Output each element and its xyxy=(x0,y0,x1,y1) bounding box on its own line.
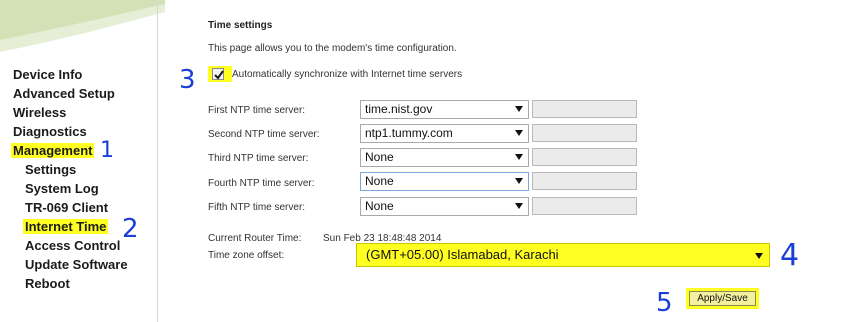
ntp-select-2[interactable]: ntp1.tummy.com xyxy=(360,124,529,143)
svg-text:5: 5 xyxy=(656,288,673,316)
chevron-down-icon xyxy=(515,130,523,136)
timezone-label: Time zone offset: xyxy=(208,250,285,261)
sidebar-item-management[interactable]: Management xyxy=(11,143,95,159)
page-title: Time settings xyxy=(208,20,273,31)
sidebar-item-device-info[interactable]: Device Info xyxy=(13,67,82,83)
svg-text:2: 2 xyxy=(122,214,139,242)
auto-sync-label: Automatically synchronize with Internet … xyxy=(232,69,463,80)
ntp-select-1[interactable]: time.nist.gov xyxy=(360,100,529,119)
sidebar-item-wireless[interactable]: Wireless xyxy=(13,105,66,121)
ntp-select-5[interactable]: None xyxy=(360,197,529,216)
chevron-down-icon xyxy=(515,203,523,209)
timezone-select[interactable]: (GMT+05.00) Islamabad, Karachi xyxy=(356,243,770,267)
auto-sync-checkbox[interactable] xyxy=(212,68,224,80)
ntp-custom-input-1[interactable] xyxy=(532,100,637,118)
chevron-down-icon xyxy=(515,154,523,160)
ntp-label-4: Fourth NTP time server: xyxy=(208,178,315,189)
svg-text:1: 1 xyxy=(100,138,114,162)
checkmark-icon xyxy=(214,70,224,80)
sidebar-subitem-tr069-client[interactable]: TR-069 Client xyxy=(25,200,108,216)
annotation-number-5: 5 xyxy=(656,288,673,316)
ntp-select-1-value: time.nist.gov xyxy=(365,102,433,116)
timezone-select-value: (GMT+05.00) Islamabad, Karachi xyxy=(366,247,559,262)
ntp-label-2: Second NTP time server: xyxy=(208,129,320,140)
ntp-select-4[interactable]: None xyxy=(360,172,529,191)
chevron-down-icon xyxy=(515,106,523,112)
ntp-select-3-value: None xyxy=(365,150,394,164)
sidebar-subitem-settings[interactable]: Settings xyxy=(25,162,76,178)
ntp-label-3: Third NTP time server: xyxy=(208,153,309,164)
sidebar-subitem-internet-time[interactable]: Internet Time xyxy=(23,219,109,235)
chevron-down-icon xyxy=(515,178,523,184)
ntp-select-2-value: ntp1.tummy.com xyxy=(365,126,453,140)
sidebar-nav: Device Info Advanced Setup Wireless Diag… xyxy=(0,0,157,322)
ntp-select-3[interactable]: None xyxy=(360,148,529,167)
sidebar-item-diagnostics[interactable]: Diagnostics xyxy=(13,124,87,140)
sidebar-subitem-access-control[interactable]: Access Control xyxy=(25,238,120,254)
sidebar-subitem-system-log[interactable]: System Log xyxy=(25,181,99,197)
main-panel: Time settings This page allows you to th… xyxy=(158,0,848,322)
sidebar-subitem-reboot[interactable]: Reboot xyxy=(25,276,70,292)
sidebar-subitem-update-software[interactable]: Update Software xyxy=(25,257,128,273)
ntp-select-5-value: None xyxy=(365,199,394,213)
page-description: This page allows you to the modem's time… xyxy=(208,43,457,54)
ntp-label-1: First NTP time server: xyxy=(208,105,306,116)
apply-save-highlight: Apply/Save xyxy=(686,288,759,309)
sidebar-item-advanced-setup[interactable]: Advanced Setup xyxy=(13,86,115,102)
ntp-custom-input-2[interactable] xyxy=(532,124,637,142)
annotation-number-4: 4 xyxy=(780,238,799,270)
apply-save-button[interactable]: Apply/Save xyxy=(689,291,756,306)
ntp-custom-input-5[interactable] xyxy=(532,197,637,215)
annotation-number-2: 2 xyxy=(122,214,139,242)
chevron-down-icon xyxy=(755,253,763,259)
router-time-label: Current Router Time: xyxy=(208,233,302,244)
annotation-number-1: 1 xyxy=(100,138,114,162)
ntp-label-5: Fifth NTP time server: xyxy=(208,202,306,213)
ntp-custom-input-3[interactable] xyxy=(532,148,637,166)
ntp-custom-input-4[interactable] xyxy=(532,172,637,190)
ntp-select-4-value: None xyxy=(365,174,394,188)
svg-text:4: 4 xyxy=(780,238,799,270)
